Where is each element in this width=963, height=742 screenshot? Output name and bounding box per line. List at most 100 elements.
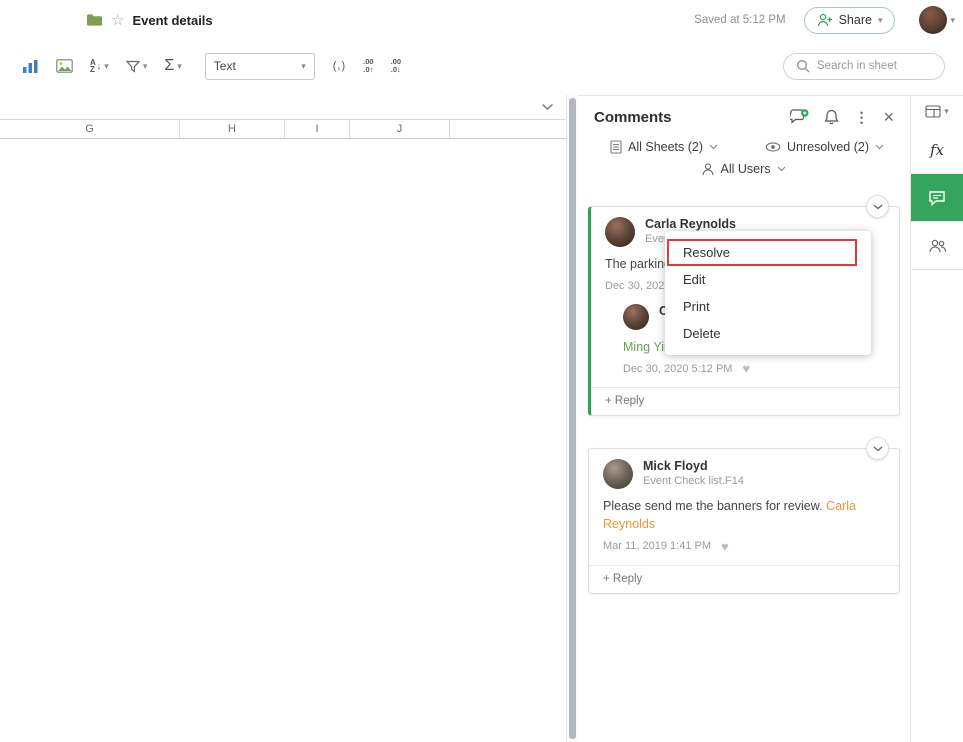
column-header[interactable]: J: [350, 120, 450, 138]
filter-status[interactable]: Unresolved (2): [765, 140, 884, 154]
topbar: ☆ Event details Saved at 5:12 PM Share ▾…: [0, 0, 963, 40]
filter-sheets[interactable]: All Sheets (2): [610, 140, 718, 154]
sheet-body[interactable]: [0, 139, 578, 699]
sigma-icon: Σ: [164, 58, 174, 74]
decrease-decimal-icon: .00.0↓: [391, 58, 401, 74]
scrollbar-thumb[interactable]: [569, 98, 576, 739]
collapse-thread-button[interactable]: [866, 195, 889, 218]
increase-decimal-button[interactable]: .00.0↑: [359, 51, 377, 81]
decrease-decimal-button[interactable]: .00.0↓: [387, 51, 405, 81]
insert-chart-button[interactable]: [18, 51, 43, 81]
comment-date: Dec 30, 2020: [605, 280, 670, 292]
sort-button[interactable]: AZ↓ ▾: [86, 51, 113, 81]
filter-users[interactable]: All Users: [702, 162, 785, 176]
folder-icon[interactable]: [86, 13, 103, 27]
comments-title: Comments: [594, 109, 790, 126]
share-person-icon: [817, 13, 833, 27]
comments-panel-actions: ⋮ ×: [790, 108, 894, 126]
column-headers: G H I J: [0, 119, 566, 139]
mention[interactable]: Ming Yin: [623, 340, 671, 354]
reply-button[interactable]: + Reply: [591, 387, 899, 415]
column-header[interactable]: I: [285, 120, 350, 138]
notifications-button[interactable]: [824, 109, 839, 125]
sheet-search[interactable]: [783, 53, 945, 80]
comment-date: Mar 11, 2019 1:41 PM: [603, 540, 711, 552]
comment-date-row: Dec 30, 2020 5:12 PM ♥: [623, 362, 885, 375]
user-avatar-button[interactable]: ▾: [919, 6, 955, 34]
reply-button[interactable]: + Reply: [589, 565, 899, 593]
format-select[interactable]: Text ▾: [205, 53, 315, 80]
comment-text: Please send me the banners for review. C…: [603, 497, 885, 533]
formula-icon: fx: [930, 141, 944, 159]
menu-item-edit[interactable]: Edit: [665, 266, 871, 293]
column-header[interactable]: [450, 120, 566, 138]
eye-icon: [765, 142, 781, 152]
app-window: ☆ Event details Saved at 5:12 PM Share ▾…: [0, 0, 963, 742]
comma-format-button[interactable]: (,): [329, 51, 350, 81]
comment-thread[interactable]: Mick Floyd Event Check list.F14 Please s…: [588, 448, 900, 593]
panel-menu-button[interactable]: ⋮: [854, 109, 868, 126]
menu-item-delete[interactable]: Delete: [665, 320, 871, 347]
sum-button[interactable]: Σ ▾: [160, 51, 185, 81]
chevron-down-icon: [709, 144, 718, 150]
chevron-down-icon: [875, 144, 884, 150]
star-icon[interactable]: ☆: [111, 13, 124, 28]
comment-thread[interactable]: Carla Reynolds Event Check list The park…: [588, 206, 900, 416]
like-icon[interactable]: ♥: [721, 540, 729, 553]
comment-author-row: Mick Floyd Event Check list.F14: [603, 459, 885, 489]
filter-button[interactable]: ▾: [122, 51, 152, 81]
sheet-icon: [610, 140, 622, 154]
like-icon[interactable]: ♥: [742, 362, 750, 375]
comment-date: Dec 30, 2020 5:12 PM: [623, 363, 732, 375]
spreadsheet-area: G H I J: [0, 95, 578, 742]
avatar: [623, 304, 649, 330]
comments-icon: [928, 190, 946, 206]
share-button[interactable]: Share ▾: [804, 7, 896, 34]
avatar: [605, 217, 635, 247]
column-header[interactable]: G: [0, 120, 180, 138]
chevron-down-icon: ▾: [177, 62, 182, 71]
comment-threads: Carla Reynolds Event Check list The park…: [578, 206, 910, 594]
comments-panel-header: Comments ⋮ ×: [578, 96, 910, 130]
topbar-right: Saved at 5:12 PM Share ▾ ▾: [694, 6, 963, 34]
person-icon: [702, 163, 714, 176]
author-name: Mick Floyd: [643, 459, 744, 473]
share-label: Share: [839, 13, 872, 27]
view-options-button[interactable]: ▾: [911, 96, 963, 126]
image-icon: [56, 59, 73, 73]
toolbar: AZ↓ ▾ ▾ Σ ▾ Text ▾ (,) .00.0↑ .00.0↓: [0, 40, 963, 92]
collapse-formula-bar-button[interactable]: [541, 98, 554, 116]
filter-funnel-icon: [126, 60, 140, 73]
chart-icon: [22, 59, 39, 74]
comment-location: Event Check list.F14: [643, 475, 744, 487]
comments-filters-row2: All Users: [578, 154, 910, 176]
comments-panel-button[interactable]: [911, 174, 963, 222]
chevron-down-icon: ▾: [301, 62, 306, 71]
menu-item-label: Edit: [683, 272, 705, 287]
search-input[interactable]: [817, 60, 927, 72]
chevron-down-icon: ▾: [944, 107, 949, 116]
filter-users-label: All Users: [720, 162, 770, 176]
column-header[interactable]: H: [180, 120, 285, 138]
filter-status-label: Unresolved (2): [787, 140, 869, 154]
filter-sheets-label: All Sheets (2): [628, 140, 703, 154]
menu-item-label: Delete: [683, 326, 721, 341]
user-avatar: [919, 6, 947, 34]
sort-az-icon: AZ↓: [90, 59, 101, 73]
right-sidebar: ▾ fx: [910, 95, 963, 742]
vertical-scrollbar[interactable]: [566, 95, 578, 742]
new-comment-button[interactable]: [790, 109, 809, 125]
formula-panel-button[interactable]: fx: [911, 126, 963, 174]
comment-text-main: Please send me the banners for review.: [603, 499, 826, 513]
menu-item-resolve[interactable]: Resolve: [665, 239, 871, 266]
collaborators-panel-button[interactable]: [911, 222, 963, 270]
saved-status: Saved at 5:12 PM: [694, 14, 785, 26]
chevron-down-icon: ▾: [143, 62, 148, 71]
author-name: Carla Reynolds: [645, 217, 736, 231]
menu-item-print[interactable]: Print: [665, 293, 871, 320]
close-panel-button[interactable]: ×: [883, 108, 894, 126]
insert-image-button[interactable]: [52, 51, 77, 81]
comma-format-icon: (,): [333, 60, 346, 72]
menu-item-label: Resolve: [683, 245, 730, 260]
document-title: Event details: [132, 13, 212, 28]
